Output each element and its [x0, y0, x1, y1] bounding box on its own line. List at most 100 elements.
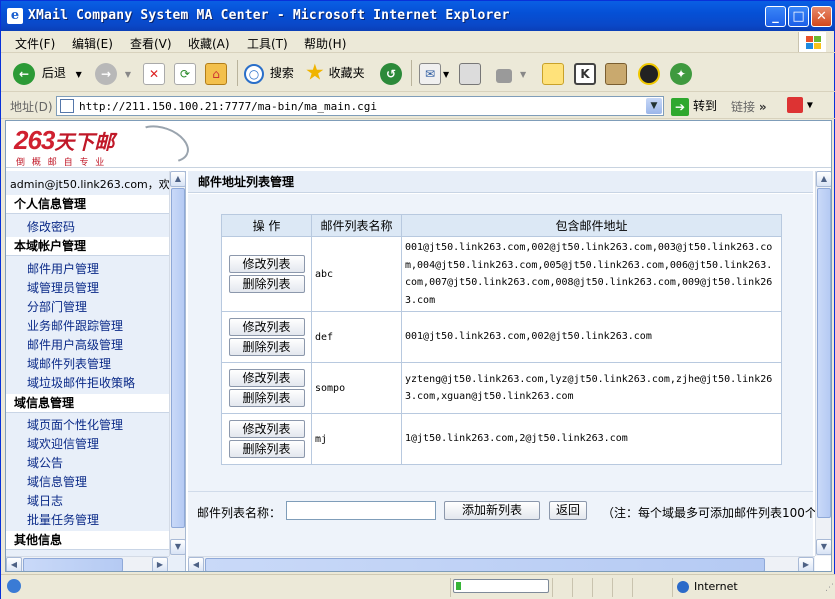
links-button[interactable]: 链接 »	[731, 98, 767, 115]
search-button[interactable]: ○ 搜索	[244, 62, 294, 84]
sidebar-item-mail-users[interactable]: 邮件用户管理	[27, 260, 99, 277]
scroll-right-icon[interactable]: ▶	[798, 557, 814, 571]
scroll-down-icon[interactable]: ▼	[170, 539, 186, 555]
scroll-thumb[interactable]	[23, 558, 123, 571]
favorites-label: 收藏夹	[328, 66, 365, 80]
resize-grip-icon[interactable]: ⋰	[825, 583, 834, 593]
menu-favorites[interactable]: 收藏(A)	[188, 35, 230, 52]
zone-label: Internet	[694, 580, 738, 593]
section-personal[interactable]: 个人信息管理	[6, 195, 169, 214]
history-icon: ↺	[380, 62, 402, 85]
mail-button[interactable]: ✉ ▼	[419, 62, 449, 85]
qq-button[interactable]	[638, 62, 660, 85]
home-icon: ⌂	[205, 62, 227, 85]
title-bar[interactable]: e XMail Company System MA Center - Micro…	[1, 1, 835, 31]
sidebar-item-domain-admins[interactable]: 域管理员管理	[27, 279, 99, 296]
section-domain-info[interactable]: 域信息管理	[6, 394, 169, 413]
sidebar-item-user-advanced[interactable]: 邮件用户高级管理	[27, 336, 123, 353]
maximize-button[interactable]: □	[788, 6, 809, 27]
delete-list-button[interactable]: 删除列表	[228, 389, 305, 407]
edit-list-button[interactable]: 修改列表	[228, 318, 305, 336]
sidebar-item-domain-info[interactable]: 域信息管理	[27, 473, 87, 490]
scroll-down-icon[interactable]: ▼	[816, 539, 831, 555]
menu-tools[interactable]: 工具(T)	[247, 35, 288, 52]
note-icon	[542, 62, 564, 85]
extra-tool-button[interactable]: ▾	[787, 97, 813, 113]
edit-icon	[496, 68, 512, 83]
edit-button[interactable]: ▼	[496, 62, 526, 84]
edit-list-button[interactable]: 修改列表	[228, 420, 305, 438]
sidebar-vertical-scrollbar[interactable]: ▲ ▼	[169, 171, 186, 556]
menu-help[interactable]: 帮助(H)	[304, 35, 346, 52]
go-button[interactable]: ➔ 转到	[671, 96, 717, 116]
back-button[interactable]: ← 后退 ▼	[13, 62, 82, 85]
forward-button[interactable]: → ▼	[95, 62, 131, 85]
menu-edit[interactable]: 编辑(E)	[72, 35, 113, 52]
scroll-left-icon[interactable]: ◀	[188, 557, 204, 571]
list-name-input[interactable]	[286, 501, 436, 520]
scroll-right-icon[interactable]: ▶	[152, 557, 168, 571]
back-label: 后退	[41, 66, 66, 80]
address-dropdown-icon[interactable]: ▼	[646, 98, 662, 114]
tool-icon	[787, 97, 803, 113]
edit-dropdown-icon[interactable]: ▼	[520, 70, 526, 79]
scroll-thumb[interactable]	[171, 188, 185, 528]
go-label: 转到	[693, 99, 718, 113]
sidebar-item-domain-log[interactable]: 域日志	[27, 492, 63, 509]
address-url[interactable]: http://211.150.100.21:7777/ma-bin/ma_mai…	[79, 100, 377, 113]
sidebar-item-announcement[interactable]: 域公告	[27, 454, 63, 471]
delete-list-button[interactable]: 删除列表	[228, 275, 305, 293]
sidebar-item-change-password[interactable]: 修改密码	[27, 218, 75, 235]
forward-dropdown-icon[interactable]: ▼	[125, 70, 131, 79]
menu-file[interactable]: 文件(F)	[15, 35, 55, 52]
scroll-up-icon[interactable]: ▲	[170, 171, 186, 187]
edit-list-button[interactable]: 修改列表	[228, 255, 305, 273]
back-button[interactable]: 返回	[549, 501, 587, 520]
stop-button[interactable]: ✕	[143, 62, 165, 85]
list-emails: 001@jt50.link263.com,002@jt50.link263.co…	[401, 236, 782, 312]
edit-list-button[interactable]: 修改列表	[228, 369, 305, 387]
scroll-left-icon[interactable]: ◀	[6, 557, 22, 571]
list-name: mj	[311, 413, 402, 465]
list-name: sompo	[311, 362, 402, 414]
section-other[interactable]: 其他信息	[6, 531, 169, 550]
menu-view[interactable]: 查看(V)	[130, 35, 172, 52]
list-emails: yzteng@jt50.link263.com,lyz@jt50.link263…	[401, 362, 782, 414]
minimize-button[interactable]: _	[765, 6, 786, 27]
favorites-button[interactable]: ★ 收藏夹	[305, 62, 365, 84]
back-dropdown-icon[interactable]: ▼	[76, 70, 82, 79]
scroll-up-icon[interactable]: ▲	[816, 171, 831, 187]
print-button[interactable]	[459, 62, 481, 85]
home-button[interactable]: ⌂	[205, 62, 227, 85]
k-button[interactable]: K	[574, 62, 596, 85]
delete-list-button[interactable]: 删除列表	[228, 440, 305, 458]
sidebar-item-batch-tasks[interactable]: 批量任务管理	[27, 511, 99, 528]
messenger-button[interactable]: ✦	[670, 62, 692, 85]
main-panel: 邮件地址列表管理 操 作 邮件列表名称 包含邮件地址 修改列表 删除列表 abc	[188, 171, 831, 571]
delete-list-button[interactable]: 删除列表	[228, 338, 305, 356]
sidebar-item-mail-lists[interactable]: 域邮件列表管理	[27, 355, 111, 372]
research-button[interactable]	[605, 62, 627, 85]
history-button[interactable]: ↺	[380, 62, 402, 85]
address-input[interactable]: http://211.150.100.21:7777/ma-bin/ma_mai…	[56, 96, 664, 116]
status-cell	[592, 578, 612, 597]
row-actions: 修改列表 删除列表	[221, 362, 312, 414]
sidebar-item-departments[interactable]: 分部门管理	[27, 298, 87, 315]
scroll-thumb[interactable]	[205, 558, 765, 571]
section-accounts[interactable]: 本域帐户管理	[6, 237, 169, 256]
sidebar-item-spam-policy[interactable]: 域垃圾邮件拒收策略	[27, 374, 135, 391]
sidebar-item-welcome-letter[interactable]: 域欢迎信管理	[27, 435, 99, 452]
sidebar-item-page-custom[interactable]: 域页面个性化管理	[27, 416, 123, 433]
note-button[interactable]	[542, 62, 564, 85]
scroll-thumb[interactable]	[817, 188, 831, 518]
mail-dropdown-icon[interactable]: ▼	[443, 70, 449, 79]
page-status-icon	[7, 579, 21, 593]
add-list-button[interactable]: 添加新列表	[444, 501, 540, 520]
sidebar-horizontal-scrollbar[interactable]: ◀ ▶	[6, 556, 169, 571]
main-horizontal-scrollbar[interactable]: ◀ ▶	[188, 556, 815, 571]
logo-number: 263	[14, 125, 55, 155]
sidebar-item-mail-tracking[interactable]: 业务邮件跟踪管理	[27, 317, 123, 334]
refresh-button[interactable]: ⟳	[174, 62, 196, 85]
main-vertical-scrollbar[interactable]: ▲ ▼	[815, 171, 831, 556]
close-button[interactable]: ✕	[811, 6, 832, 27]
